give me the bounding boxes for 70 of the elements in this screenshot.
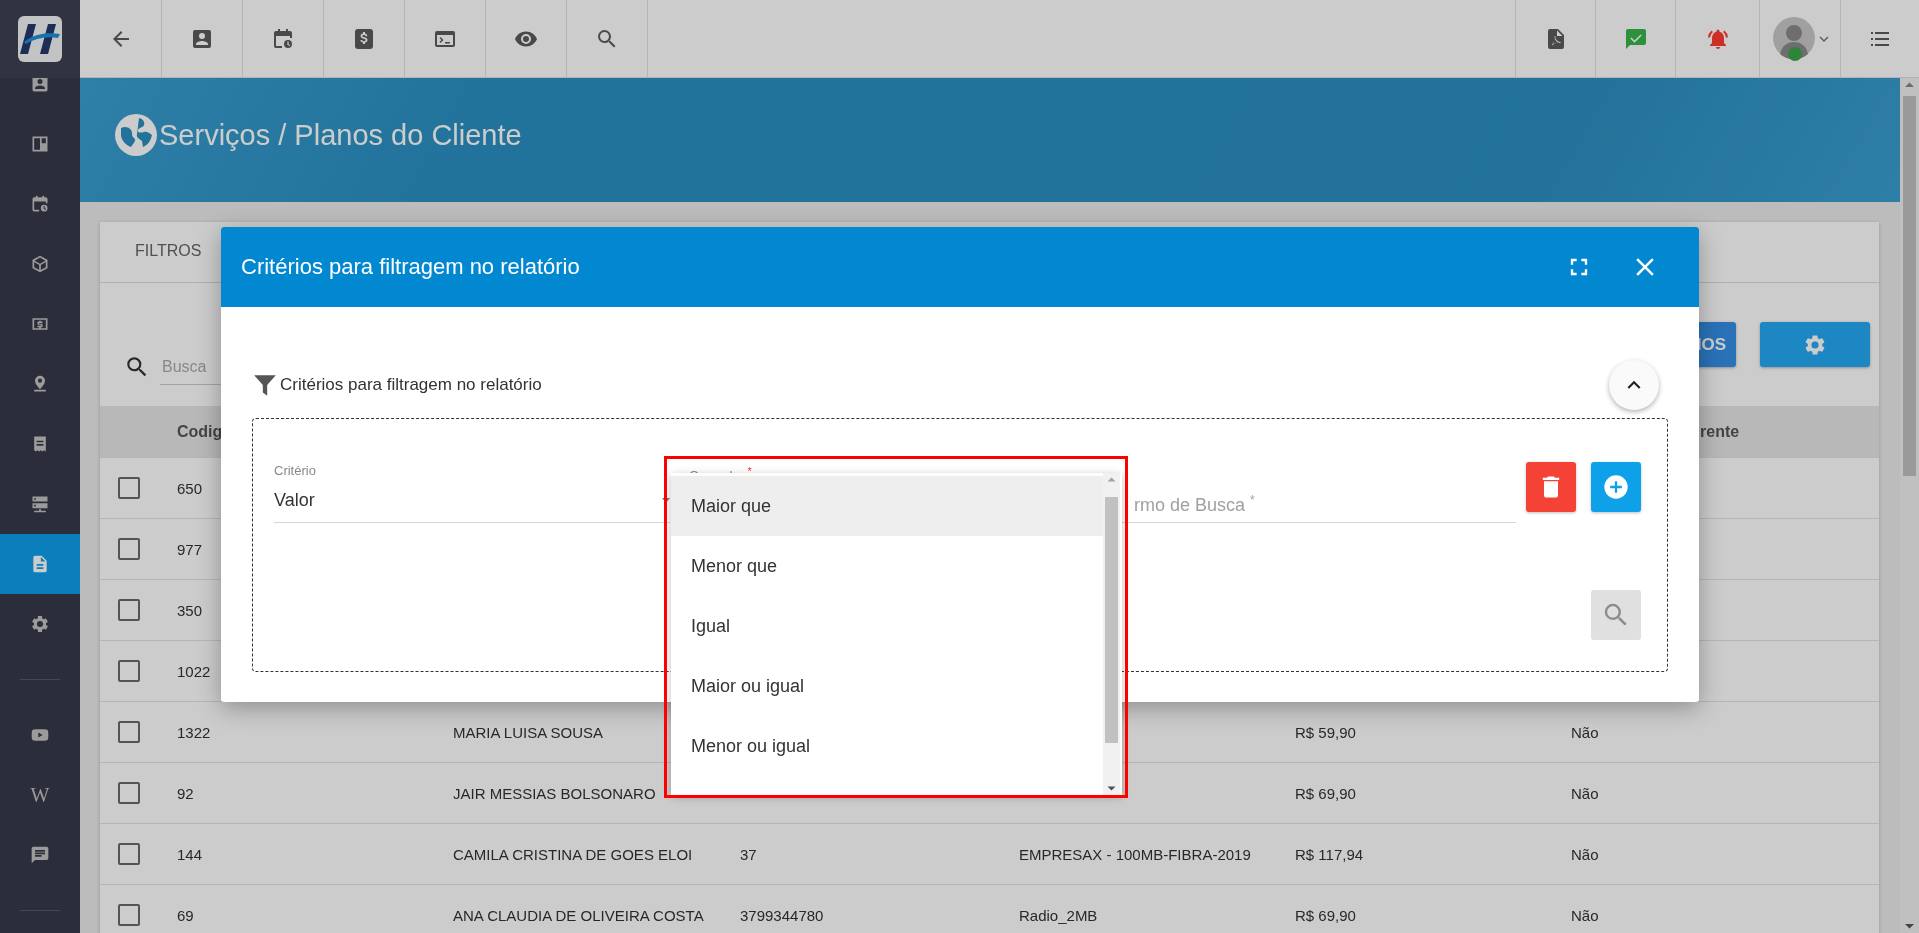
checkbox[interactable] [118,538,140,560]
table-cell: MARIA LUISA SOUSA [453,723,604,741]
box-icon [30,254,50,274]
server-icon [30,494,50,514]
table-cell: 37 [740,845,757,863]
table-cell: 977 [177,540,203,558]
dropdown-option[interactable]: Menor que [671,536,1103,596]
scrollbar[interactable] [1103,473,1120,795]
checkbox[interactable] [118,721,140,743]
globe-icon [115,114,157,156]
scrollbar[interactable] [1900,78,1919,933]
logo-icon[interactable] [18,16,62,62]
add-icon [1602,473,1630,501]
settings-icon [1803,332,1827,357]
table-cell: 144 [177,845,203,863]
checkbox[interactable] [118,477,140,499]
chat-icon [30,845,50,865]
table-cell: 1322 [177,723,211,741]
table-cell: R$ 69,90 [1295,906,1356,924]
contact-card-icon [30,78,50,94]
dropdown-option[interactable]: Igual [671,596,1103,656]
calendar-clock-icon [30,194,50,214]
table-cell: 69 [177,906,194,924]
column-header[interactable]: rente [1700,422,1740,440]
table-cell: Não [1571,723,1599,741]
calendar-clock-icon [271,26,295,51]
table-cell: 1022 [177,662,211,680]
caret-icon [1819,34,1829,43]
sidebar-item[interactable] [0,534,80,594]
page-title: Serviços / Planos do Cliente [159,118,522,152]
table-cell: 350 [177,601,203,619]
checkbox[interactable] [118,660,140,682]
column-header[interactable]: Codig [177,422,223,440]
table-cell: ANA CLAUDIA DE OLIVEIRA COSTA [453,906,704,924]
board-icon [30,134,50,154]
checkbox[interactable] [118,599,140,621]
tab[interactable]: FILTROS [100,222,237,282]
sidebar-item[interactable]: W [0,765,80,825]
table-cell: Não [1571,845,1599,863]
caret-icon [662,498,670,503]
table-cell: 3799344780 [740,906,824,924]
checkbox[interactable] [118,843,140,865]
checkbox[interactable] [118,782,140,804]
table-cell: CAMILA CRISTINA DE GOES ELOI [453,845,693,863]
search-button[interactable] [1591,590,1641,640]
avatar-icon [1771,15,1817,62]
dropdown-option[interactable]: Menor ou igual [671,716,1103,776]
table-cell: Não [1571,784,1599,802]
dialog-title: Critérios para filtragem no relatório [241,254,580,280]
table-cell: Radio_2MB [1019,906,1098,924]
chat-check-icon [1623,26,1648,51]
section-title: Critérios para filtragem no relatório [280,375,542,395]
dropdown-option[interactable]: Maior ou igual [671,656,1103,716]
settings-icon [30,614,50,634]
table-cell: EMPRESAX - 100MB-FIBRA-2019 [1019,845,1251,863]
table-cell: R$ 59,90 [1295,723,1356,741]
table-cell: R$ 69,90 [1295,784,1356,802]
table-cell: Não [1571,906,1599,924]
document-icon [30,554,50,574]
table-cell: 92 [177,784,194,802]
add-button[interactable] [1591,462,1641,512]
table-cell: R$ 117,94 [1295,845,1364,863]
settings-button[interactable] [1760,322,1870,367]
table-cell: 650 [177,479,203,497]
dropdown-option[interactable]: Maior que [671,476,1103,536]
dollar-icon [352,26,376,51]
table-cell: JAIR MESSIAS BOLSONARO [453,784,656,802]
checkbox[interactable] [118,904,140,926]
filter-icon [252,372,278,398]
delete-button[interactable] [1526,462,1576,512]
